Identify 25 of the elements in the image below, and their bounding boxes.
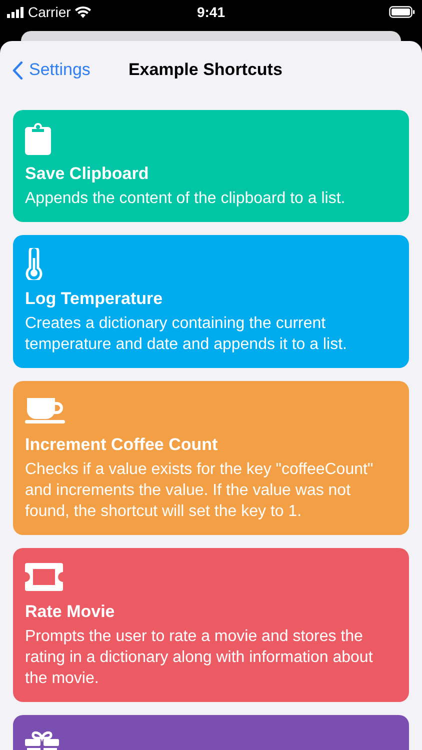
thermometer-icon	[25, 248, 43, 280]
card-description: Prompts the user to rate a movie and stores the rating in a dictionary along with information about the movie.	[25, 627, 374, 689]
gift-icon	[25, 729, 59, 750]
card-title: Save Clipboard	[25, 163, 150, 184]
clock-time: 9:41	[196, 2, 226, 22]
card-title: Increment Coffee Count	[25, 434, 219, 455]
signal-icon	[7, 6, 24, 18]
card-title: Rate Movie	[25, 601, 116, 622]
carrier-label: Carrier	[28, 2, 71, 22]
card-description: Checks if a value exists for the key "coffeeCount" and increments the value. If the value was not found, the shortcut will set the key to 1.	[25, 460, 374, 522]
shortcut-card[interactable]: Increment Coffee Count Checks if a value exists for the key "coffeeCount" and increments the value. If the value was not found, the shortcut will set the key to 1.	[13, 381, 409, 535]
cup-icon	[25, 396, 65, 424]
shortcut-card[interactable]: Rate Movie Prompts the user to rate a movie and stores the rating in a dictionary along with information about the movie.	[13, 548, 409, 702]
shortcut-card[interactable]: Save Clipboard Appends the content of the clipboard to a list.	[13, 110, 409, 222]
shortcut-card[interactable]: Log Temperature Creates a dictionary containing the current temperature and date and appends it to a list.	[13, 235, 409, 368]
clipboard-icon	[25, 123, 51, 155]
ticket-icon	[25, 563, 63, 591]
card-title: Log Temperature	[25, 288, 164, 309]
chevron-left-icon	[12, 60, 23, 80]
wifi-icon	[74, 6, 91, 18]
card-description: Creates a dictionary containing the current temperature and date and appends it to a list.	[25, 314, 348, 355]
battery-icon	[389, 6, 415, 18]
screen-title: Example Shortcuts	[128, 59, 282, 82]
back-button[interactable]: Settings	[12, 57, 90, 83]
card-description: Appends the content of the clipboard to a list.	[25, 189, 346, 209]
